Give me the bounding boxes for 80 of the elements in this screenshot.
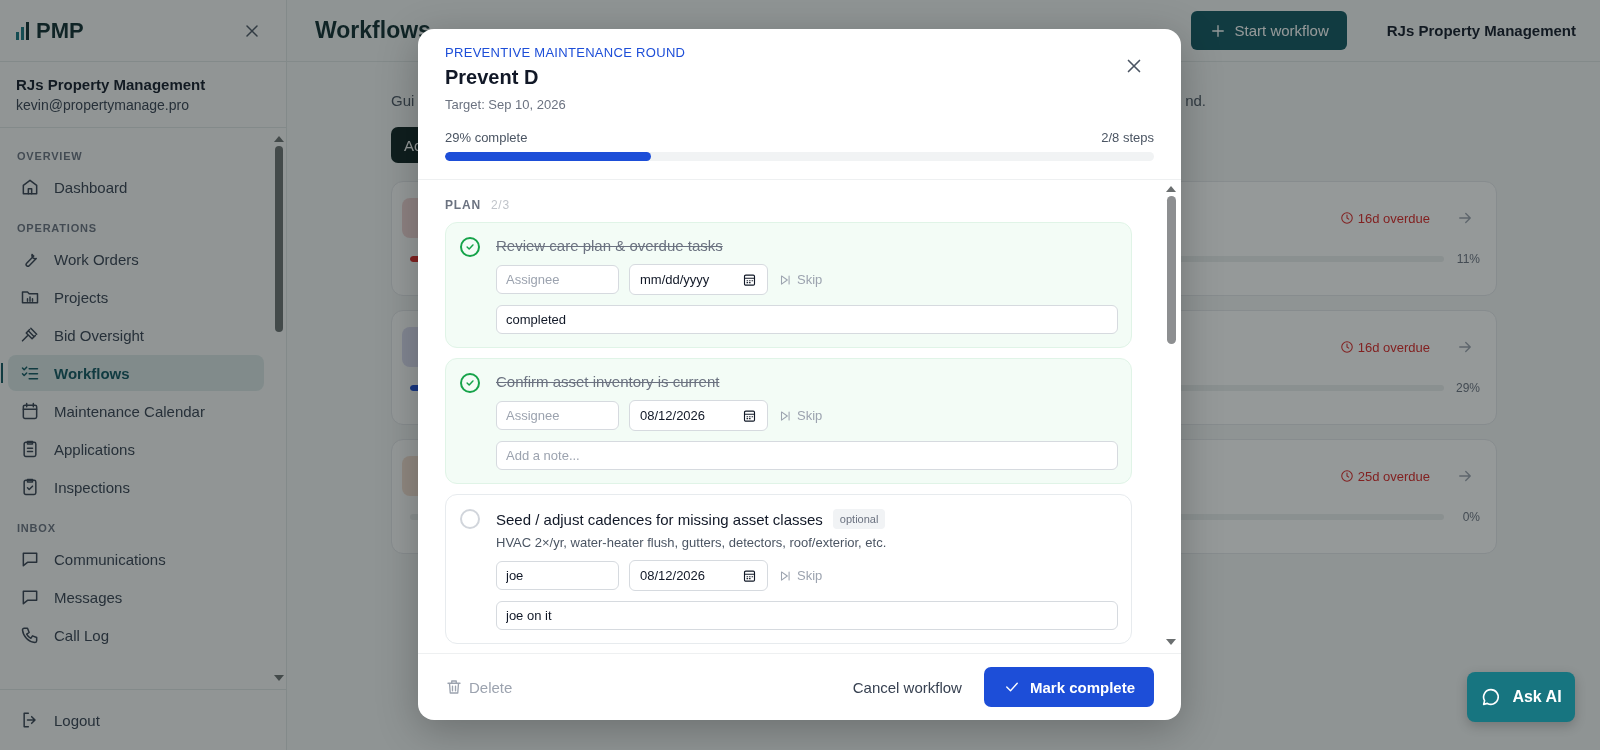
sidebar-item[interactable]: Dashboard <box>8 169 264 205</box>
cancel-workflow-button[interactable]: Cancel workflow <box>850 678 964 696</box>
intro-text: nd. <box>1185 92 1206 109</box>
skip-button[interactable]: Skip <box>778 568 823 583</box>
clock-icon <box>1339 469 1354 483</box>
overdue-status: 16d overdue <box>1339 210 1430 226</box>
progress-percent: 29% <box>1454 381 1480 395</box>
calendar-icon <box>742 408 757 423</box>
step-checkbox[interactable] <box>460 237 480 257</box>
nav-section-title: OPERATIONS <box>16 221 98 236</box>
ask-ai-button[interactable]: Ask AI <box>1467 672 1575 722</box>
skip-button[interactable]: Skip <box>778 408 823 423</box>
intro-text: Gui <box>391 92 415 109</box>
skip-button[interactable]: Skip <box>778 272 823 287</box>
clipboard-check-icon <box>20 477 40 497</box>
target-date: Target: Sep 10, 2026 <box>445 97 567 112</box>
phone-icon <box>20 625 40 645</box>
clock-icon <box>1339 340 1354 354</box>
step-title: Review care plan & overdue tasks <box>496 237 723 254</box>
sidebar-item[interactable]: Call Log <box>8 617 264 653</box>
mark-complete-button[interactable]: Mark complete <box>983 667 1154 707</box>
skip-icon <box>778 568 792 583</box>
logo-bars-icon <box>16 21 32 40</box>
organization-name: RJs Property Management <box>16 76 207 93</box>
organization-name: RJs Property Management <box>1386 22 1576 39</box>
check-icon <box>465 242 475 252</box>
user-email: kevin@propertymanage.pro <box>16 97 190 113</box>
nav-section-title: INBOX <box>16 521 57 536</box>
overdue-status: 16d overdue <box>1339 339 1430 355</box>
sidebar-item[interactable]: Projects <box>8 279 264 315</box>
calendar-icon <box>20 401 40 421</box>
sidebar-item[interactable]: Work Orders <box>8 241 264 277</box>
check-icon <box>465 378 475 388</box>
chat-icon <box>20 587 40 607</box>
nav-section-title: OVERVIEW <box>16 149 84 164</box>
steps-count: 2/8 steps <box>1101 130 1154 145</box>
sidebar-item[interactable]: Bid Oversight <box>8 317 264 353</box>
logo-text: PMP <box>36 17 84 44</box>
start-workflow-button[interactable]: Start workflow <box>1190 11 1347 50</box>
note-field[interactable]: joe on it <box>496 601 1118 630</box>
progress-percent: 0% <box>1461 510 1480 524</box>
step-description: HVAC 2×/yr, water-heater flush, gutters, detectors, roof/exterior, etc. <box>496 535 888 550</box>
checklist-icon <box>20 363 40 383</box>
page-title: Workflows <box>315 17 431 44</box>
calendar-icon <box>742 272 757 287</box>
clipboard-icon <box>20 439 40 459</box>
assignee-field[interactable]: Assignee <box>496 401 619 430</box>
assignee-field[interactable]: joe <box>496 561 619 590</box>
dialog-title: Prevent D <box>445 66 540 89</box>
optional-badge: optional <box>832 509 886 529</box>
progress-percent: 11% <box>1455 252 1480 266</box>
step-title: Confirm asset inventory is current <box>496 373 720 390</box>
sidebar-item[interactable]: Applications <box>8 431 264 467</box>
sidebar-item[interactable]: Maintenance Calendar <box>8 393 264 429</box>
workflow-type: PREVENTIVE MAINTENANCE ROUND <box>445 45 687 60</box>
gavel-icon <box>20 325 40 345</box>
logout-item[interactable]: Logout <box>0 689 286 750</box>
date-field[interactable]: mm/dd/yyyy <box>629 264 768 295</box>
home-icon <box>20 177 40 197</box>
note-field[interactable]: completed <box>496 305 1118 334</box>
date-field[interactable]: 08/12/2026 <box>629 560 768 591</box>
overdue-status: 25d overdue <box>1339 468 1430 484</box>
skip-icon <box>778 408 792 423</box>
section-title: PLAN <box>445 198 481 212</box>
calendar-icon <box>742 568 757 583</box>
step-checkbox[interactable] <box>460 373 480 393</box>
trash-icon <box>445 678 463 696</box>
sidebar-item[interactable]: Inspections <box>8 469 264 505</box>
date-field[interactable]: 08/12/2026 <box>629 400 768 431</box>
delete-button[interactable]: Delete <box>445 678 513 696</box>
chat-icon <box>20 549 40 569</box>
sidebar-item[interactable]: Communications <box>8 541 264 577</box>
section-count: 2/3 <box>490 198 510 212</box>
assignee-field[interactable]: Assignee <box>496 265 619 294</box>
clock-icon <box>1339 211 1354 225</box>
sidebar-item[interactable]: Messages <box>8 579 264 615</box>
progress-label: 29% complete <box>445 130 528 145</box>
step-title: Seed / adjust cadences for missing asset classes <box>496 510 823 528</box>
skip-icon <box>778 272 792 287</box>
note-field[interactable]: Add a note... <box>496 441 1118 470</box>
